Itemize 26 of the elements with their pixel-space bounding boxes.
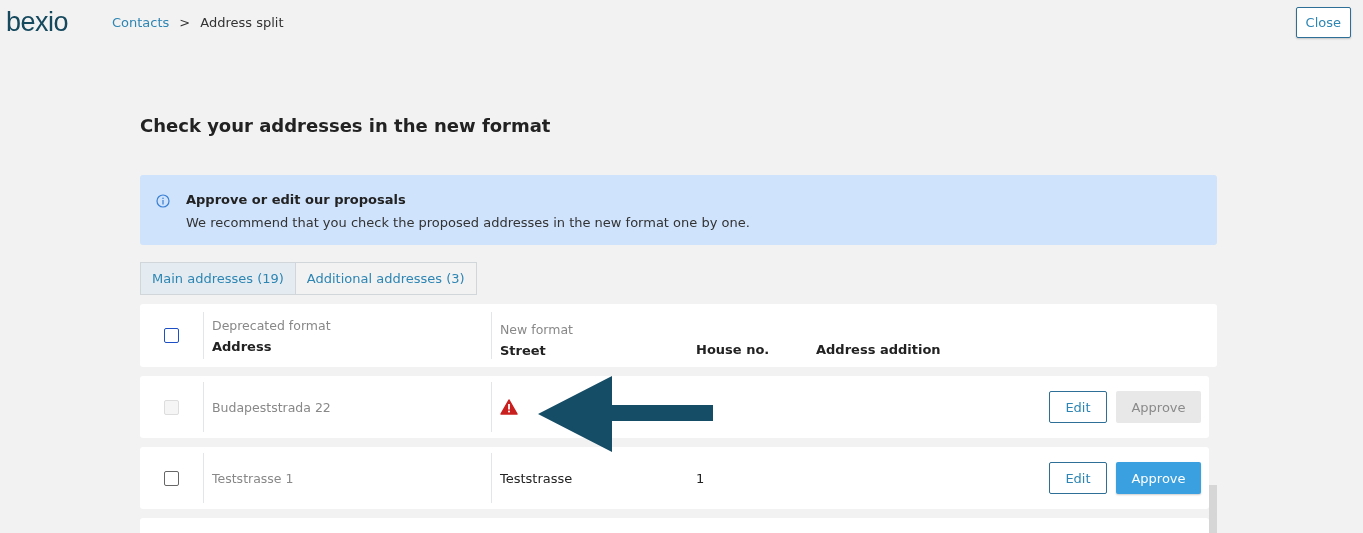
table-cell-text: 1 (696, 470, 706, 486)
table-cell-text: Budapeststrada 22 (212, 399, 332, 415)
close-button[interactable]: Close (1295, 7, 1351, 38)
table-cell-text: Teststrasse 1 (212, 470, 295, 486)
column-group-label: New format (500, 321, 573, 337)
column-group-label: Deprecated format (212, 317, 332, 333)
info-text: We recommend that you check the proposed addresses in the new format one by one. (186, 215, 750, 230)
column-header: Street (500, 342, 546, 358)
scrollbar-thumb[interactable] (1209, 485, 1217, 533)
logo[interactable]: bexio (6, 9, 112, 36)
column-header: House no. (696, 342, 771, 357)
breadcrumb-text: > (179, 15, 191, 30)
tab[interactable]: Additional addresses (3) (295, 262, 477, 295)
page-title: Check your addresses in the new format (140, 115, 552, 136)
info-heading: Approve or edit our proposals (186, 192, 407, 207)
breadcrumb-link[interactable]: Contacts (112, 15, 170, 30)
info-icon (156, 194, 170, 208)
column-header: Address (212, 338, 273, 354)
table-cell: Teststrasse (500, 470, 573, 486)
tab[interactable]: Main addresses (19) (140, 262, 296, 295)
row-checkbox[interactable] (164, 470, 179, 486)
edit-button[interactable]: Edit (1049, 462, 1107, 494)
approve-button[interactable]: Approve (1116, 462, 1201, 494)
select-all-checkbox[interactable] (164, 328, 179, 343)
breadcrumb-text: Address split (200, 15, 284, 30)
column-header: Address addition (816, 342, 942, 357)
